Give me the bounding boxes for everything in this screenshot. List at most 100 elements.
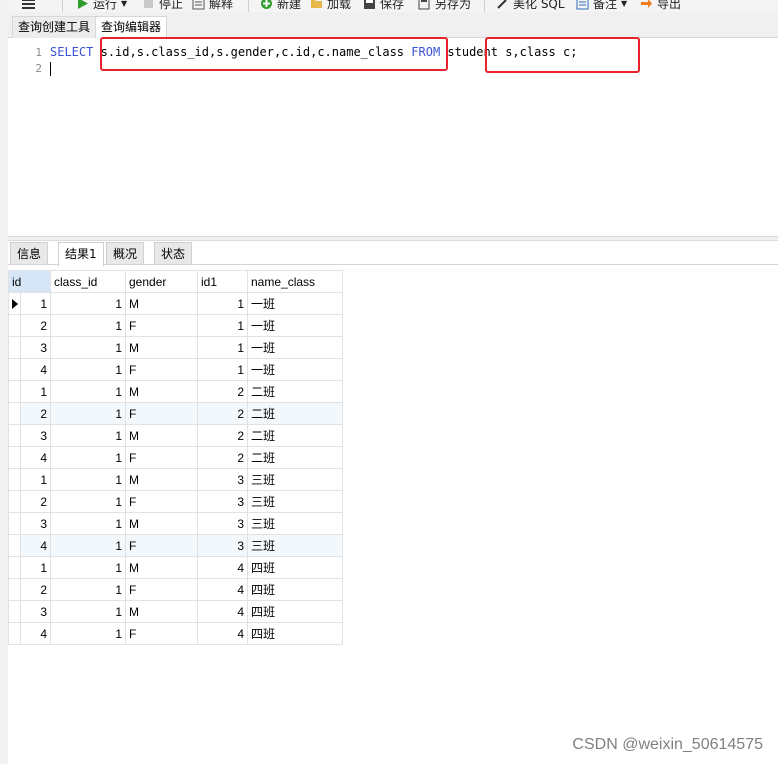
comment-button[interactable]: 备注 ▼ xyxy=(576,0,627,12)
cell-gender[interactable]: M xyxy=(125,600,198,623)
cell-id1[interactable]: 1 xyxy=(197,336,248,359)
cell-name-class[interactable]: 四班 xyxy=(247,578,343,601)
table-row[interactable]: 3 1 M 4 四班 xyxy=(8,600,343,623)
cell-id1[interactable]: 1 xyxy=(197,314,248,337)
cell-name-class[interactable]: 一班 xyxy=(247,336,343,359)
cell-name-class[interactable]: 二班 xyxy=(247,424,343,447)
cell-id[interactable]: 3 xyxy=(20,424,51,447)
cell-id[interactable]: 3 xyxy=(20,600,51,623)
cell-class-id[interactable]: 1 xyxy=(50,490,126,513)
cell-id1[interactable]: 4 xyxy=(197,622,248,645)
table-row[interactable]: 2 1 F 3 三班 xyxy=(8,490,343,513)
cell-id[interactable]: 3 xyxy=(20,512,51,535)
cell-gender[interactable]: M xyxy=(125,424,198,447)
cell-class-id[interactable]: 1 xyxy=(50,292,126,315)
hamburger-menu-button[interactable] xyxy=(22,0,39,12)
table-row[interactable]: 1 1 M 4 四班 xyxy=(8,556,343,579)
table-row[interactable]: 3 1 M 3 三班 xyxy=(8,512,343,535)
cell-id[interactable]: 2 xyxy=(20,578,51,601)
cell-id[interactable]: 2 xyxy=(20,314,51,337)
row-indicator[interactable] xyxy=(8,314,21,337)
cell-id1[interactable]: 4 xyxy=(197,556,248,579)
cell-id[interactable]: 1 xyxy=(20,468,51,491)
table-row[interactable]: 4 1 F 1 一班 xyxy=(8,358,343,381)
cell-id[interactable]: 1 xyxy=(20,556,51,579)
row-indicator[interactable] xyxy=(8,600,21,623)
cell-class-id[interactable]: 1 xyxy=(50,336,126,359)
cell-id[interactable]: 4 xyxy=(20,534,51,557)
cell-gender[interactable]: F xyxy=(125,314,198,337)
cell-id[interactable]: 3 xyxy=(20,336,51,359)
table-row[interactable]: 4 1 F 2 二班 xyxy=(8,446,343,469)
table-row[interactable]: 2 1 F 4 四班 xyxy=(8,578,343,601)
tab-query-editor[interactable]: 查询编辑器 xyxy=(95,16,168,39)
tab-status[interactable]: 状态 xyxy=(154,242,193,264)
table-row[interactable]: 2 1 F 1 一班 xyxy=(8,314,343,337)
tab-info[interactable]: 信息 xyxy=(10,242,49,264)
cell-gender[interactable]: F xyxy=(125,534,198,557)
cell-name-class[interactable]: 二班 xyxy=(247,380,343,403)
cell-id1[interactable]: 4 xyxy=(197,578,248,601)
cell-name-class[interactable]: 一班 xyxy=(247,314,343,337)
save-button[interactable]: 保存 xyxy=(363,0,404,12)
save-as-button[interactable]: 另存为 xyxy=(418,0,471,12)
cell-id[interactable]: 4 xyxy=(20,446,51,469)
row-indicator[interactable] xyxy=(8,336,21,359)
cell-gender[interactable]: M xyxy=(125,292,198,315)
cell-class-id[interactable]: 1 xyxy=(50,600,126,623)
table-row[interactable]: 4 1 F 3 三班 xyxy=(8,534,343,557)
cell-id[interactable]: 4 xyxy=(20,622,51,645)
table-row[interactable]: 2 1 F 2 二班 xyxy=(8,402,343,425)
stop-button[interactable]: 停止 xyxy=(142,0,183,12)
row-indicator[interactable] xyxy=(8,490,21,513)
cell-id1[interactable]: 2 xyxy=(197,402,248,425)
column-header-id[interactable]: id xyxy=(8,270,51,293)
cell-name-class[interactable]: 三班 xyxy=(247,512,343,535)
row-indicator[interactable] xyxy=(8,292,21,315)
table-row[interactable]: 1 1 M 1 一班 xyxy=(8,292,343,315)
cell-class-id[interactable]: 1 xyxy=(50,578,126,601)
cell-gender[interactable]: F xyxy=(125,490,198,513)
cell-id1[interactable]: 2 xyxy=(197,424,248,447)
cell-id1[interactable]: 2 xyxy=(197,380,248,403)
cell-class-id[interactable]: 1 xyxy=(50,468,126,491)
cell-name-class[interactable]: 三班 xyxy=(247,490,343,513)
cell-gender[interactable]: M xyxy=(125,468,198,491)
cell-name-class[interactable]: 一班 xyxy=(247,292,343,315)
cell-id1[interactable]: 3 xyxy=(197,490,248,513)
cell-class-id[interactable]: 1 xyxy=(50,512,126,535)
row-indicator[interactable] xyxy=(8,512,21,535)
row-indicator[interactable] xyxy=(8,622,21,645)
cell-gender[interactable]: F xyxy=(125,622,198,645)
run-button[interactable]: 运行 ▼ xyxy=(76,0,127,12)
cell-name-class[interactable]: 四班 xyxy=(247,622,343,645)
cell-class-id[interactable]: 1 xyxy=(50,556,126,579)
cell-gender[interactable]: F xyxy=(125,402,198,425)
explain-button[interactable]: 解释 xyxy=(192,0,233,12)
tab-result1[interactable]: 结果1 xyxy=(58,242,104,266)
table-row[interactable]: 1 1 M 3 三班 xyxy=(8,468,343,491)
row-indicator[interactable] xyxy=(8,402,21,425)
table-row[interactable]: 3 1 M 1 一班 xyxy=(8,336,343,359)
column-header-id1[interactable]: id1 xyxy=(197,270,248,293)
column-header-class-id[interactable]: class_id xyxy=(50,270,126,293)
cell-class-id[interactable]: 1 xyxy=(50,534,126,557)
cell-id1[interactable]: 1 xyxy=(197,358,248,381)
table-row[interactable]: 1 1 M 2 二班 xyxy=(8,380,343,403)
cell-id1[interactable]: 4 xyxy=(197,600,248,623)
cell-class-id[interactable]: 1 xyxy=(50,314,126,337)
row-indicator[interactable] xyxy=(8,446,21,469)
row-indicator[interactable] xyxy=(8,578,21,601)
beautify-sql-button[interactable]: 美化 SQL xyxy=(496,0,565,12)
load-button[interactable]: 加载 xyxy=(310,0,351,12)
cell-gender[interactable]: F xyxy=(125,446,198,469)
cell-class-id[interactable]: 1 xyxy=(50,402,126,425)
tab-overview[interactable]: 概况 xyxy=(106,242,145,264)
cell-gender[interactable]: M xyxy=(125,512,198,535)
cell-id[interactable]: 4 xyxy=(20,358,51,381)
cell-name-class[interactable]: 一班 xyxy=(247,358,343,381)
cell-name-class[interactable]: 二班 xyxy=(247,402,343,425)
cell-id1[interactable]: 3 xyxy=(197,534,248,557)
cell-gender[interactable]: M xyxy=(125,556,198,579)
row-indicator[interactable] xyxy=(8,468,21,491)
